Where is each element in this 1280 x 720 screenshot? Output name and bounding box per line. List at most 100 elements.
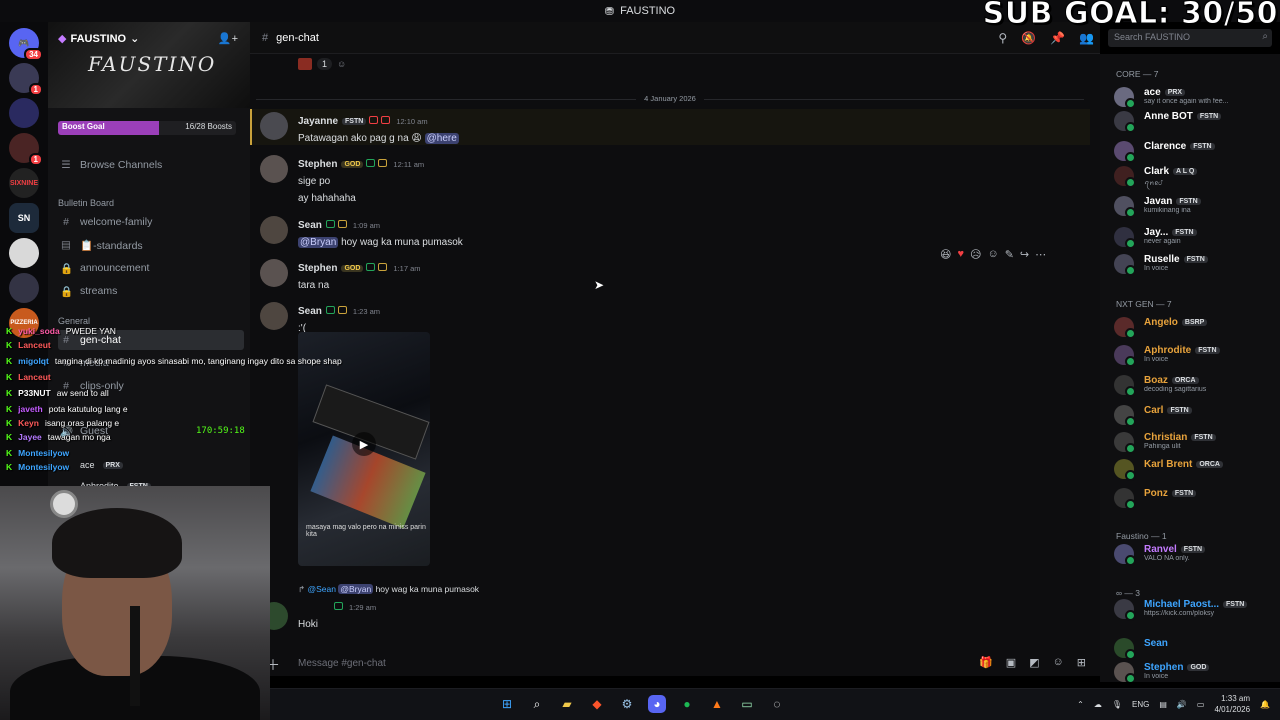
sticker-icon[interactable]: ◩	[1029, 656, 1039, 669]
threads-icon[interactable]: ⚲	[998, 31, 1007, 45]
username[interactable]: Sean	[298, 220, 322, 231]
channel-announcement[interactable]: 🔒 announcement	[58, 258, 244, 278]
avatar[interactable]	[260, 155, 288, 183]
emoji-icon[interactable]: ☺	[1053, 656, 1064, 669]
server-name-dropdown[interactable]: ◆ FAUSTINO ⌄	[58, 32, 139, 46]
more-icon[interactable]: ⋯	[1035, 248, 1046, 261]
avatar[interactable]	[1114, 432, 1136, 454]
avatar[interactable]	[1114, 662, 1136, 682]
invite-icon[interactable]: 👤+	[218, 32, 238, 45]
member-row[interactable]: Ruselle FSTN In voice	[1114, 254, 1276, 278]
avatar[interactable]	[1114, 459, 1136, 481]
reaction-emoji-icon[interactable]: 😆	[940, 248, 951, 261]
gift-icon[interactable]: 🎁	[979, 656, 993, 669]
mention-here[interactable]: @here	[424, 133, 459, 144]
avatar[interactable]	[1114, 227, 1136, 249]
steam-icon[interactable]: ⚙	[618, 695, 636, 713]
avatar[interactable]	[1114, 111, 1136, 133]
cloud-icon[interactable]: ☁	[1094, 700, 1102, 709]
spotify-icon[interactable]: ●	[678, 695, 696, 713]
member-row[interactable]: Angelo BSRP	[1114, 317, 1276, 341]
edit-icon[interactable]: ✎	[1005, 248, 1014, 261]
reaction-emoji-icon[interactable]: 😥	[970, 248, 981, 261]
member-row[interactable]: Christian FSTN Pahinga ulit	[1114, 432, 1276, 456]
volume-icon[interactable]: 🔊	[1177, 700, 1187, 709]
discord-icon[interactable]: ◕	[648, 695, 666, 713]
member-row[interactable]: Jay... FSTN never again	[1114, 227, 1276, 251]
brave-browser-icon[interactable]: ◆	[588, 695, 606, 713]
server-icon-6[interactable]	[9, 238, 39, 268]
category-general[interactable]: General	[58, 316, 90, 326]
member-row[interactable]: Clark A L Q ꪖꪀꫀᦔ	[1114, 166, 1276, 190]
avatar[interactable]	[260, 112, 288, 140]
member-row[interactable]: Karl Brent ORCA	[1114, 459, 1276, 483]
mic-icon[interactable]: 🎙	[1112, 700, 1122, 709]
member-row[interactable]: Anne BOT FSTN	[1114, 111, 1276, 135]
mute-bell-icon[interactable]: 🔕	[1021, 31, 1036, 45]
search-input[interactable]: Search FAUSTINO ⌕	[1108, 29, 1272, 47]
channel-welcome-family[interactable]: # welcome-family	[58, 212, 244, 232]
server-icon-sixnine[interactable]: SIXNINE	[9, 168, 39, 198]
member-row[interactable]: Carl FSTN	[1114, 405, 1276, 429]
message-composer[interactable]: ＋ Message #gen-chat 🎁 ▣ ◩ ☺ ⊞	[250, 650, 1100, 676]
avatar[interactable]	[1114, 166, 1136, 188]
avatar[interactable]	[1114, 317, 1136, 339]
avatar[interactable]	[1114, 638, 1136, 660]
direct-messages-button[interactable]: 🎮 34	[9, 28, 43, 61]
mention-user[interactable]: @Bryan	[298, 237, 339, 248]
add-reaction-icon[interactable]: ☺	[337, 59, 346, 69]
channel-streams[interactable]: 🔒 streams	[58, 281, 244, 301]
username[interactable]: Stephen	[298, 159, 337, 170]
category-bulletin-board[interactable]: Bulletin Board	[58, 198, 114, 208]
avatar[interactable]	[1114, 345, 1136, 367]
reaction-heart-icon[interactable]: ♥	[957, 248, 964, 261]
notification-icon[interactable]: 🔔	[1260, 700, 1270, 709]
apps-icon[interactable]: ⊞	[1077, 656, 1086, 669]
forward-icon[interactable]: ↪	[1020, 248, 1029, 261]
avatar[interactable]	[260, 259, 288, 287]
terminal-icon[interactable]: ▭	[738, 695, 756, 713]
member-row[interactable]: Ranvel FSTN VALO NA only.	[1114, 544, 1276, 568]
member-row[interactable]: Boaz ORCA decoding sagittarius	[1114, 375, 1276, 399]
avatar[interactable]	[1114, 544, 1136, 566]
avatar[interactable]	[1114, 254, 1136, 276]
clock[interactable]: 1:33 am 4/01/2026	[1214, 693, 1250, 715]
avatar[interactable]	[260, 216, 288, 244]
battery-icon[interactable]: ▭	[1197, 700, 1205, 709]
member-list-icon[interactable]: 👥	[1079, 31, 1094, 45]
reply-reference[interactable]: ↱ @Sean @Bryan hoy wag ka muna pumasok	[298, 584, 1088, 595]
start-icon[interactable]: ⊞	[498, 695, 516, 713]
member-row[interactable]: Michael Paost... FSTN https://kick.com/plo…	[1114, 599, 1276, 623]
add-reaction-icon[interactable]: ☺	[987, 248, 998, 261]
member-row[interactable]: Javan FSTN kumikinang ina	[1114, 196, 1276, 220]
chevron-up-icon[interactable]: ⌃	[1077, 700, 1084, 709]
server-icon-7[interactable]	[9, 273, 39, 303]
boost-goal-bar[interactable]: Boost Goal 16/28 Boosts	[58, 121, 236, 135]
member-row[interactable]: ace PRX say it once again with fee...	[1114, 87, 1276, 111]
gif-icon[interactable]: ▣	[1006, 656, 1016, 669]
search-icon[interactable]: ⌕	[528, 695, 546, 713]
avatar[interactable]	[1114, 599, 1136, 621]
member-row[interactable]: Clarence FSTN	[1114, 141, 1276, 165]
member-row[interactable]: Aphrodite FSTN In voice	[1114, 345, 1276, 369]
avatar[interactable]	[1114, 488, 1136, 510]
server-icon-2[interactable]	[9, 98, 39, 128]
server-icon-sn[interactable]: SN	[9, 203, 39, 233]
server-icon-1[interactable]: 1	[9, 63, 43, 96]
username[interactable]: Stephen	[298, 263, 337, 274]
app-icon[interactable]: ▲	[708, 695, 726, 713]
browse-channels[interactable]: ☰ Browse Channels	[58, 155, 244, 175]
member-row[interactable]: Stephen GOD In voice	[1114, 662, 1276, 682]
network-icon[interactable]: ▤	[1159, 700, 1167, 709]
language-indicator[interactable]: ENG	[1132, 700, 1149, 709]
avatar[interactable]	[1114, 87, 1136, 109]
avatar[interactable]	[1114, 141, 1136, 163]
app-icon[interactable]: ◌	[768, 695, 786, 713]
channel-standards[interactable]: ▤ 📋-standards	[58, 235, 244, 255]
username[interactable]: Sean	[298, 306, 322, 317]
avatar[interactable]	[1114, 375, 1136, 397]
username[interactable]: Jayanne	[298, 116, 338, 127]
member-row[interactable]: Sean	[1114, 638, 1276, 662]
pin-icon[interactable]: 📌	[1050, 31, 1065, 45]
member-row[interactable]: Ponz FSTN	[1114, 488, 1276, 512]
